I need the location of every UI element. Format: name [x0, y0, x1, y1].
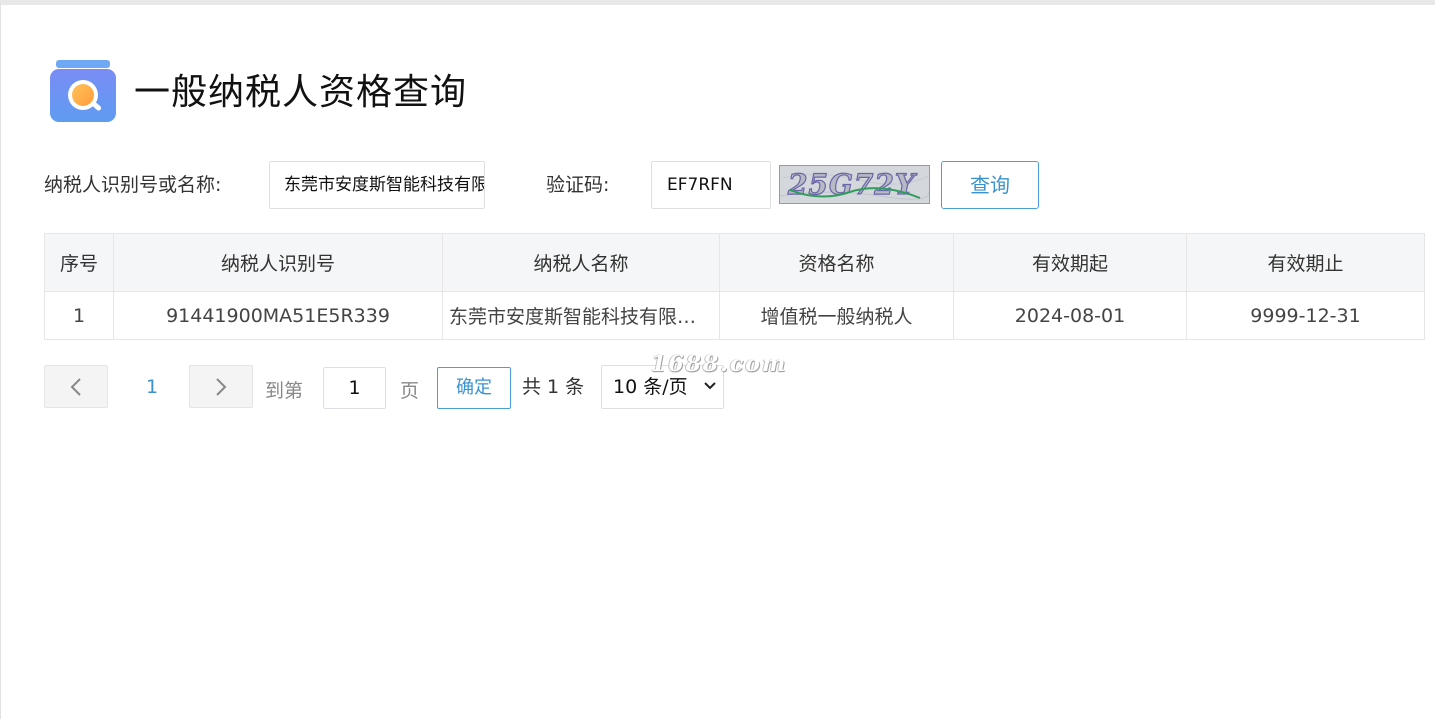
page-unit-label: 页 [400, 380, 420, 402]
page-title: 一般纳税人资格查询 [134, 72, 468, 113]
table-row: 1 91441900MA51E5R339 东莞市安度斯智能科技有限公司 增值税一… [44, 291, 1425, 340]
captcha-input[interactable]: EF7RFN [651, 161, 771, 209]
cell-name: 东莞市安度斯智能科技有限公司 [442, 291, 720, 340]
column-header-tax-id: 纳税人识别号 [113, 233, 443, 292]
goto-page-input[interactable]: 1 [323, 367, 386, 409]
captcha-image[interactable]: 25G72Y [779, 165, 930, 204]
goto-label: 到第 [265, 380, 304, 402]
captcha-label: 验证码: [546, 174, 610, 196]
column-header-qualification: 资格名称 [719, 233, 954, 292]
column-header-valid-from: 有效期起 [953, 233, 1187, 292]
cell-index: 1 [44, 291, 114, 340]
table-header-row: 序号 纳税人识别号 纳税人名称 资格名称 有效期起 有效期止 [44, 233, 1425, 292]
cell-qualification: 增值税一般纳税人 [719, 291, 954, 340]
cell-valid-from: 2024-08-01 [953, 291, 1187, 340]
column-header-index: 序号 [44, 233, 114, 292]
total-count: 共 1 条 [522, 376, 585, 398]
chevron-right-icon [216, 378, 227, 396]
pagination: 1 到第 1 页 确定 共 1 条 10 条/页 [44, 365, 744, 409]
results-table: 序号 纳税人识别号 纳税人名称 资格名称 有效期起 有效期止 1 9144190… [44, 233, 1425, 340]
watermark: 1688.com [651, 351, 788, 377]
prev-page-button[interactable] [44, 365, 108, 408]
taxpayer-label: 纳税人识别号或名称: [44, 174, 222, 196]
search-folder-icon [49, 55, 117, 123]
query-button[interactable]: 查询 [941, 161, 1039, 209]
cell-valid-to: 9999-12-31 [1186, 291, 1425, 340]
captcha-image-text: 25G72Y [787, 168, 918, 201]
search-form: 纳税人识别号或名称: 东莞市安度斯智能科技有限 验证码: EF7RFN 25G7… [44, 161, 1424, 209]
column-header-valid-to: 有效期止 [1186, 233, 1425, 292]
page: 一般纳税人资格查询 纳税人识别号或名称: 东莞市安度斯智能科技有限 验证码: E… [0, 0, 1435, 719]
next-page-button[interactable] [189, 365, 253, 408]
page-size-value: 10 条/页 [613, 376, 688, 398]
cell-tax-id: 91441900MA51E5R339 [113, 291, 443, 340]
goto-confirm-button[interactable]: 确定 [437, 367, 511, 409]
chevron-left-icon [70, 378, 81, 396]
chevron-down-icon [704, 382, 716, 390]
column-header-name: 纳税人名称 [442, 233, 720, 292]
page-number-current[interactable]: 1 [140, 365, 164, 409]
taxpayer-input[interactable]: 东莞市安度斯智能科技有限 [269, 161, 485, 209]
page-header: 一般纳税人资格查询 [49, 53, 467, 125]
